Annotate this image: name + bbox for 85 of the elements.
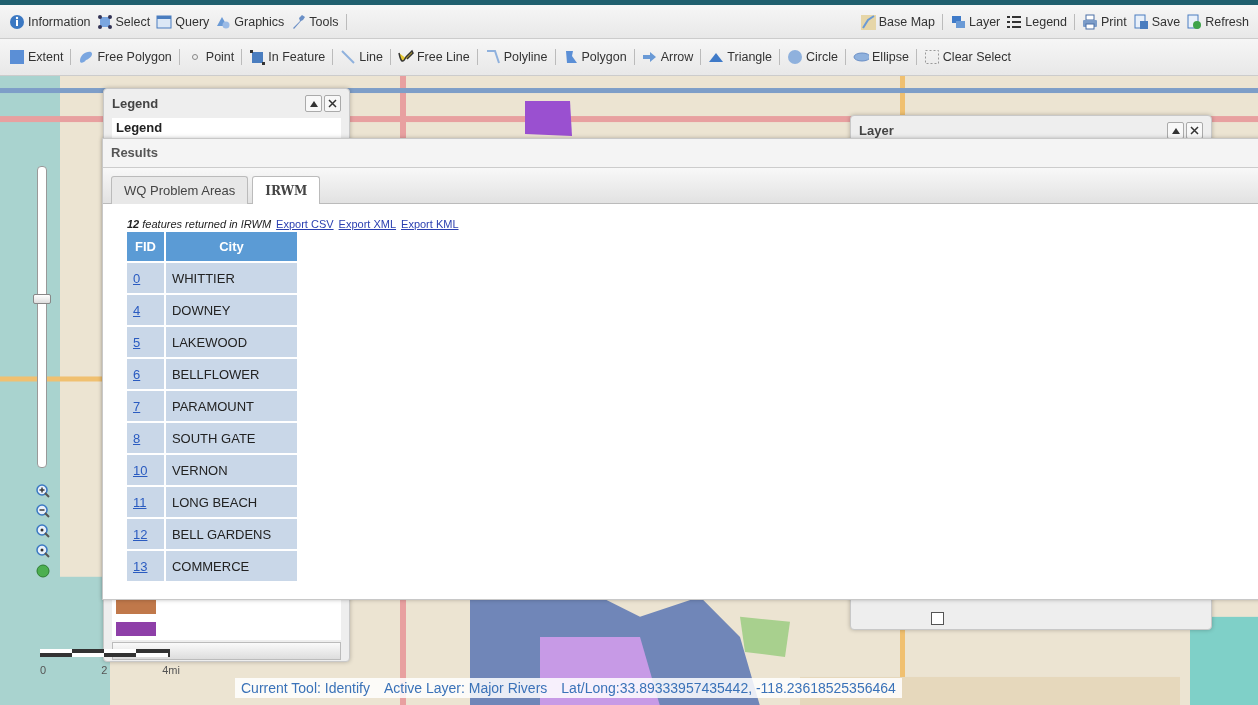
table-cell: BELLFLOWER (165, 359, 297, 389)
line-icon (340, 49, 357, 65)
status-text: Current Tool: Identify (241, 680, 370, 696)
toolbar-button[interactable]: Print (1079, 13, 1130, 30)
arrow-icon (641, 49, 658, 65)
results-summary: 12 features returned in IRWM (127, 218, 272, 230)
toolbar-button[interactable]: Arrow (638, 49, 697, 65)
document-save-icon (1132, 13, 1149, 30)
scale-label: 4mi (162, 664, 180, 676)
fid-link[interactable]: 4 (133, 302, 141, 318)
panel-title: Layer (859, 123, 894, 138)
list-icon (1006, 13, 1023, 30)
toolbar-button[interactable]: Free Line (394, 49, 473, 65)
toolbar-button[interactable]: Information (6, 13, 94, 30)
zoom-in-icon[interactable] (36, 484, 50, 498)
slider-thumb[interactable] (33, 294, 51, 304)
toolbar-button[interactable]: Line (337, 49, 386, 65)
export-link[interactable]: Export CSV (276, 218, 334, 230)
scale-label: 0 (40, 664, 47, 676)
column-header: FID (127, 232, 164, 261)
status-text: Lat/Long:33.89333957435442, -118.23618525356464 (561, 680, 896, 696)
toolbar-button[interactable]: Graphics (212, 13, 288, 30)
close-icon (1190, 126, 1199, 135)
toolbar-button[interactable]: Select (93, 13, 154, 30)
toolbar-button[interactable]: Refresh (1183, 13, 1252, 30)
export-link[interactable]: Export XML (338, 218, 397, 230)
fid-link[interactable]: 5 (133, 334, 141, 350)
toolbar-button[interactable]: Layer (947, 13, 1004, 30)
table-cell: SOUTH GATE (165, 423, 297, 453)
fid-link[interactable]: 6 (133, 366, 141, 382)
caret-up-icon (309, 100, 318, 107)
tab[interactable]: WQ Problem Areas (111, 176, 249, 204)
collapse-button[interactable] (305, 95, 322, 112)
legend-heading: Legend (116, 120, 164, 135)
close-icon (328, 99, 337, 108)
export-link[interactable]: Export KML (401, 218, 459, 230)
pen-icon (397, 49, 414, 65)
printer-icon (1082, 13, 1098, 30)
toolbar-button[interactable]: Tools (287, 13, 342, 30)
polyline-icon (484, 49, 501, 65)
toolbar-button[interactable]: Clear Select (920, 49, 1014, 65)
toolbar-button[interactable]: Extent (6, 49, 67, 65)
status-text: Active Layer: Major Rivers (383, 680, 548, 696)
circle-icon (787, 49, 804, 65)
square-selection-icon (9, 49, 25, 65)
column-header: City (165, 232, 297, 261)
toolbar-button[interactable]: In Feature (246, 49, 329, 65)
blob-icon (78, 49, 95, 65)
map-icon (859, 13, 876, 30)
checkbox[interactable] (931, 612, 944, 625)
fid-link[interactable]: 0 (133, 270, 141, 286)
table-icon (156, 13, 173, 30)
toolbar-button[interactable]: Base Map (856, 13, 938, 30)
info-icon (9, 13, 25, 30)
table-cell: COMMERCE (165, 551, 297, 581)
table-cell: BELL GARDENS (165, 519, 297, 549)
table-cell: DOWNEY (165, 295, 297, 325)
table-cell: VERNON (165, 455, 297, 485)
fid-link[interactable]: 8 (133, 430, 141, 446)
tab[interactable]: IRWM (252, 176, 321, 204)
dots-selection-icon (96, 13, 113, 30)
toolbar-button[interactable]: Query (153, 13, 213, 30)
toolbar-button[interactable]: Free Polygon (75, 49, 175, 65)
panel-title: Legend (112, 96, 159, 111)
scale-label: 2 (101, 664, 108, 676)
toolbar-button[interactable]: Legend (1003, 13, 1070, 30)
table-cell: WHITTIER (165, 263, 297, 293)
fid-link[interactable]: 7 (133, 398, 141, 414)
toolbar-button[interactable]: Polygon (559, 49, 630, 65)
caret-up-icon (1171, 127, 1180, 134)
zoom-out-icon[interactable] (36, 504, 50, 518)
toolbar-button[interactable]: Save (1129, 13, 1184, 30)
layers-icon (950, 13, 966, 30)
toolbar-button[interactable]: Circle (784, 49, 841, 65)
toolbar-button[interactable]: Polyline (481, 49, 551, 65)
table-cell: LONG BEACH (165, 487, 297, 517)
table-cell: PARAMOUNT (165, 391, 297, 421)
close-button[interactable] (324, 95, 341, 112)
toolbar-button[interactable]: Triangle (705, 49, 776, 65)
square-selection-icon (249, 49, 266, 65)
dashed-square-icon (923, 49, 940, 65)
globe-icon[interactable] (36, 564, 50, 578)
toolbar-button[interactable]: Point (183, 49, 238, 65)
toolbar-button[interactable]: Ellipse (850, 49, 912, 65)
table-cell: LAKEWOOD (165, 327, 297, 357)
